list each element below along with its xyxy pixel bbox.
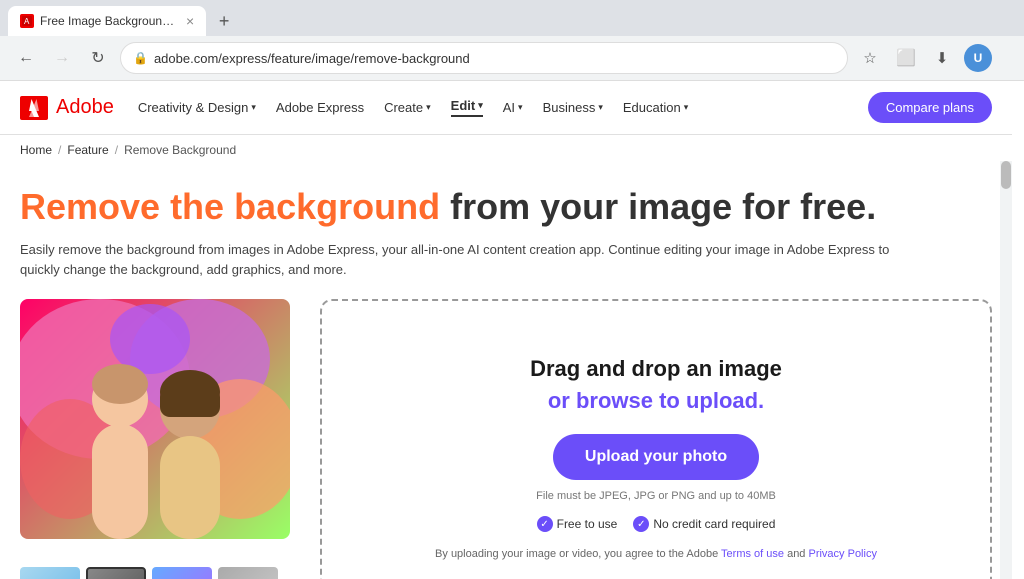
breadcrumb-separator: / (58, 143, 61, 157)
upload-browse-text: browse to upload. (576, 388, 764, 413)
free-label: Free to use (557, 517, 618, 531)
chevron-down-icon: ▾ (684, 102, 689, 113)
tab-favicon: A (20, 14, 34, 28)
bookmark-button[interactable]: ☆ (856, 44, 884, 72)
hero-section: Remove the background from your image fo… (0, 165, 1012, 279)
people-silhouettes (20, 299, 290, 539)
forward-button[interactable]: → (48, 44, 76, 72)
tab-title: Free Image Background Remo... (40, 14, 180, 28)
chevron-down-icon: ▾ (426, 102, 431, 113)
breadcrumb-separator: / (115, 143, 118, 157)
back-button[interactable]: ← (12, 44, 40, 72)
footer-pre-text: By uploading your image or video, you ag… (435, 548, 721, 560)
upload-hint: File must be JPEG, JPG or PNG and up to … (536, 490, 776, 502)
nav-create[interactable]: Create ▾ (384, 100, 431, 115)
upload-browse-line: or browse to upload. (548, 388, 764, 414)
nav-business[interactable]: Business ▾ (543, 100, 603, 115)
thumbnail-3[interactable] (152, 567, 212, 579)
extensions-button[interactable]: ⬜ (892, 44, 920, 72)
footer-and: and (784, 548, 808, 560)
upload-drag-title: Drag and drop an image (530, 356, 782, 382)
no-card-label: No credit card required (653, 517, 775, 531)
chevron-down-icon: ▾ (598, 102, 603, 113)
hero-title: Remove the background from your image fo… (20, 185, 992, 228)
upload-badges: ✓ Free to use ✓ No credit card required (537, 516, 776, 532)
nav-adobe-express[interactable]: Adobe Express (276, 100, 364, 115)
nav-items: Creativity & Design ▾ Adobe Express Crea… (138, 98, 844, 117)
hero-title-rest: from your image for free. (440, 186, 876, 227)
tab-close-button[interactable]: × (186, 13, 194, 29)
main-image (20, 299, 290, 539)
content-area: 👆 Drag and drop an image or browse to up… (0, 299, 1012, 579)
upload-panel: Drag and drop an image or browse to uplo… (320, 299, 992, 579)
refresh-button[interactable]: ↻ (84, 44, 112, 72)
breadcrumb: Home / Feature / Remove Background (0, 135, 1012, 165)
terms-link[interactable]: Terms of use (721, 548, 784, 560)
active-tab[interactable]: A Free Image Background Remo... × (8, 6, 206, 36)
chevron-down-icon: ▾ (478, 100, 483, 111)
breadcrumb-current: Remove Background (124, 143, 236, 157)
compare-plans-button[interactable]: Compare plans (868, 92, 992, 123)
lock-icon: 🔒 (133, 51, 148, 65)
image-panel: 👆 (20, 299, 290, 579)
breadcrumb-feature[interactable]: Feature (67, 143, 108, 157)
no-card-badge: ✓ No credit card required (633, 516, 775, 532)
adobe-logo-icon (20, 96, 48, 120)
hero-title-highlight: Remove the background (20, 186, 440, 227)
privacy-link[interactable]: Privacy Policy (808, 548, 876, 560)
nav-education[interactable]: Education ▾ (623, 100, 688, 115)
upload-or-text: or (548, 388, 576, 413)
main-navigation: Adobe Creativity & Design ▾ Adobe Expres… (0, 81, 1012, 135)
nav-creativity-design[interactable]: Creativity & Design ▾ (138, 100, 256, 115)
nav-ai[interactable]: AI ▾ (503, 100, 523, 115)
thumbnail-2[interactable]: 👆 (86, 567, 146, 579)
scrollbar-track[interactable] (1000, 161, 1012, 579)
thumbnail-1[interactable] (20, 567, 80, 579)
adobe-logo-text: Adobe (56, 96, 114, 119)
address-bar[interactable]: 🔒 adobe.com/express/feature/image/remove… (120, 42, 848, 74)
check-icon: ✓ (537, 516, 553, 532)
upload-footer: By uploading your image or video, you ag… (435, 548, 877, 560)
chevron-down-icon: ▾ (518, 102, 523, 113)
breadcrumb-home[interactable]: Home (20, 143, 52, 157)
free-badge: ✓ Free to use (537, 516, 618, 532)
hero-subtitle: Easily remove the background from images… (20, 240, 920, 279)
profile-button[interactable]: U (964, 44, 992, 72)
url-text: adobe.com/express/feature/image/remove-b… (154, 51, 835, 66)
check-icon: ✓ (633, 516, 649, 532)
thumbnail-4[interactable] (218, 567, 278, 579)
upload-button[interactable]: Upload your photo (553, 434, 759, 480)
thumbnail-strip: 👆 (20, 567, 290, 579)
adobe-logo[interactable]: Adobe (20, 96, 114, 120)
download-button[interactable]: ⬇ (928, 44, 956, 72)
new-tab-button[interactable]: + (210, 7, 238, 35)
nav-edit[interactable]: Edit ▾ (451, 98, 483, 117)
scrollbar-thumb[interactable] (1001, 161, 1011, 189)
svg-text:A: A (24, 17, 30, 26)
chevron-down-icon: ▾ (251, 102, 256, 113)
